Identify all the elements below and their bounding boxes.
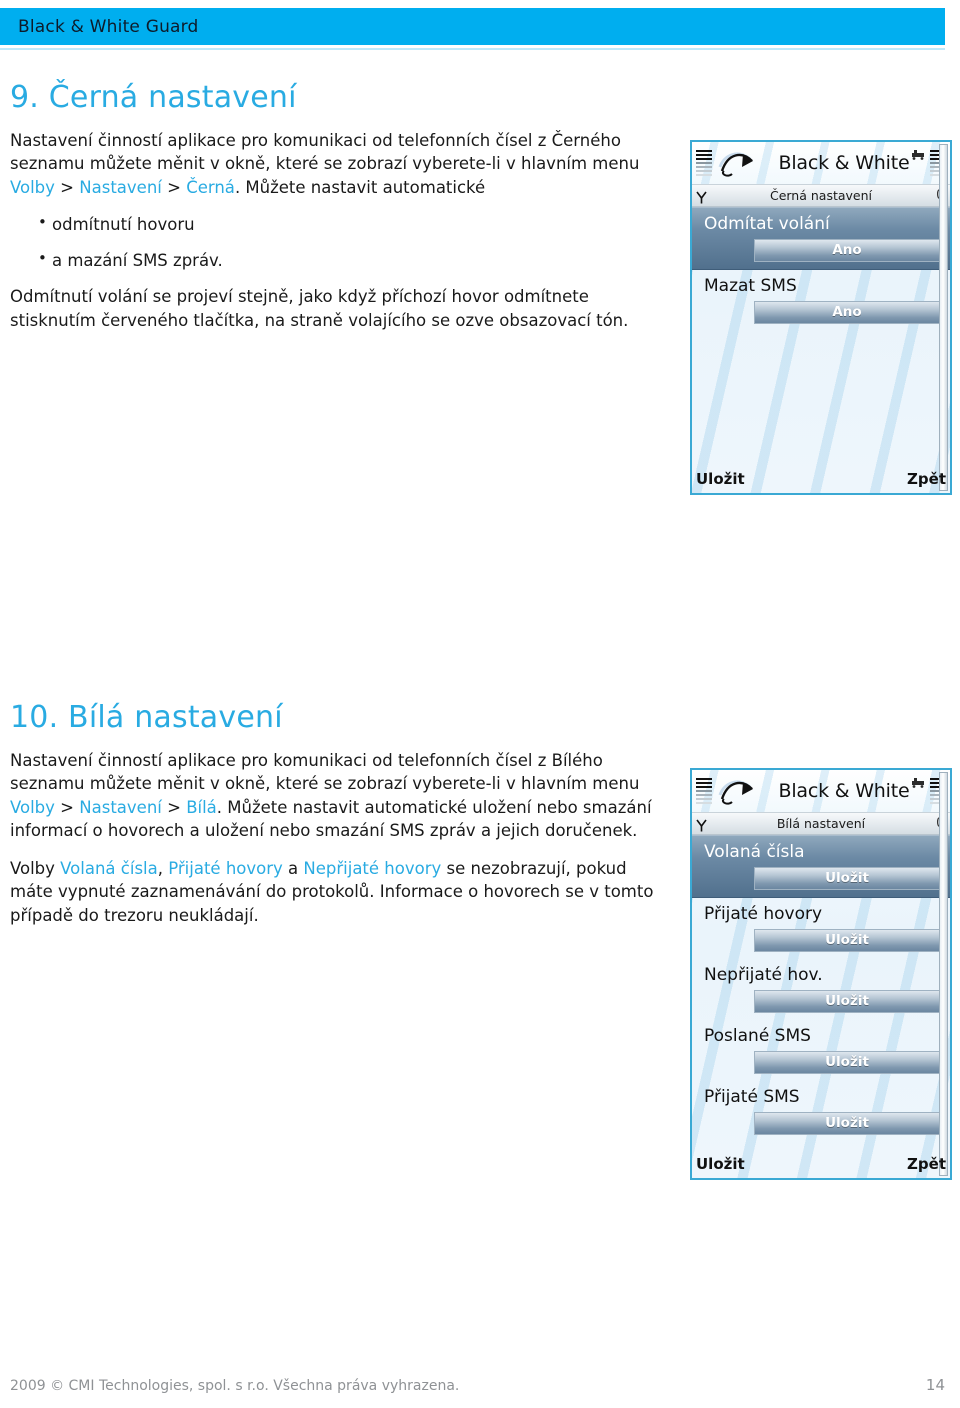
phone1-status-strip: Černá nastavení 0 [692,184,950,207]
phone2-row-prijate-hovory[interactable]: Přijaté hovory Uložit [692,898,950,959]
s10-p1-text-a: Nastavení činností aplikace pro komunika… [10,751,640,794]
app-logo-arrow-icon [714,773,760,809]
s10-p2-sep-1: , [157,858,169,878]
s10-p2-text-a: Volby [10,858,61,878]
s9-p1-text-b: . Můžete nastavit automatické [234,177,486,197]
section-9-paragraph-2: Odmítnutí volání se projeví stejně, jako… [10,287,629,330]
phone2-status-strip: Bílá nastavení 0 [692,812,950,835]
s10-sep-1: > [54,797,80,817]
row-value-field[interactable]: Uložit [754,989,940,1013]
s9-sep-1: > [54,177,80,197]
row-label: Volaná čísla [704,842,805,862]
section-10-paragraph-1: Nastavení činností aplikace pro komunika… [10,749,670,843]
app-logo-arrow-icon [714,145,760,181]
section-9-bullet-list: odmítnutí hovoru a mazání SMS zpráv. [10,212,670,273]
s9-link-cerna[interactable]: Černá [186,178,235,197]
s10-link-prijate-hovory[interactable]: Přijaté hovory [168,859,283,878]
s10-sep-2: > [161,797,187,817]
phone2-titlebar: Black & White [692,770,950,812]
s10-link-nastaveni[interactable]: Nastavení [79,798,162,817]
connection-icon [910,773,926,788]
list-item: a mazání SMS zpráv. [38,248,670,273]
s10-link-volby[interactable]: Volby [10,798,55,817]
phone1-screen: Black & White Černá nastavení Odmítat vo… [692,142,950,493]
page-footer: 2009 © CMI Technologies, spol. s r.o. Vš… [10,1376,945,1394]
s9-link-volby[interactable]: Volby [10,178,55,197]
section-9: 9. Černá nastavení Nastavení činností ap… [10,80,670,346]
phone1-softkey-bar: Uložit Zpět [692,465,950,493]
s9-sep-2: > [161,177,187,197]
phone2-row-neprijate-hovory[interactable]: Nepřijaté hov. Uložit [692,959,950,1020]
phone1-status-title: Černá nastavení [769,188,873,203]
footer-page-number: 14 [925,1376,945,1394]
document-body: 9. Černá nastavení Nastavení činností ap… [0,0,960,1408]
section-10-heading: 10. Bílá nastavení [10,700,283,735]
list-item: odmítnutí hovoru [38,212,670,237]
signal-bars-icon [696,778,712,804]
phone2-settings-list: Volaná čísla Uložit Přijaté hovory Uloži… [692,835,950,1142]
section-10-paragraph-2: Volby Volaná čísla, Přijaté hovory a Nep… [10,857,670,927]
s10-p2-sep-2: a [282,858,304,878]
row-value-field[interactable]: Uložit [754,866,940,890]
antenna-icon [696,817,707,832]
footer-copyright: 2009 © CMI Technologies, spol. s r.o. Vš… [10,1378,460,1394]
phone2-row-poslane-sms[interactable]: Poslané SMS Uložit [692,1020,950,1081]
phone2-status-title: Bílá nastavení [776,816,866,831]
phone1-titlebar: Black & White [692,142,950,184]
row-label: Nepřijaté hov. [704,964,823,985]
section-10: 10. Bílá nastavení Nastavení činností ap… [10,700,670,941]
row-label: Odmítat volání [704,214,830,234]
phone-screenshot-white-settings: Black & White Bílá nastavení Volaná čísl… [690,768,952,1180]
section-9-paragraph-1: Nastavení činností aplikace pro komunika… [10,129,670,199]
row-label: Přijaté hovory [704,903,823,924]
connection-icon [910,145,926,160]
phone1-row-mazat-sms[interactable]: Mazat SMS Ano [692,270,950,331]
phone2-row-prijate-sms[interactable]: Přijaté SMS Uložit [692,1081,950,1142]
row-label: Poslané SMS [704,1025,811,1046]
signal-bars-icon [696,150,712,176]
section-9-heading: 9. Černá nastavení [10,80,297,115]
phone1-row-odmitat-volani[interactable]: Odmítat volání Ano [692,207,950,270]
phone2-screen: Black & White Bílá nastavení Volaná čísl… [692,770,950,1178]
row-value-field[interactable]: Uložit [754,928,940,952]
softkey-left-save[interactable]: Uložit [696,1155,745,1173]
phone2-scrollbar[interactable] [939,772,948,1176]
row-label: Mazat SMS [704,275,797,296]
phone1-scrollbar[interactable] [939,144,948,491]
s10-link-volana-cisla[interactable]: Volaná čísla [60,859,158,878]
row-value-field[interactable]: Ano [754,238,940,262]
s10-link-neprijate-hovory[interactable]: Nepřijaté hovory [303,859,441,878]
row-value-field[interactable]: Ano [754,300,940,324]
row-value-field[interactable]: Uložit [754,1111,940,1135]
softkey-left-save[interactable]: Uložit [696,470,745,488]
phone1-settings-list: Odmítat volání Ano Mazat SMS Ano [692,207,950,331]
phone2-row-volana-cisla[interactable]: Volaná čísla Uložit [692,835,950,898]
row-label: Přijaté SMS [704,1086,800,1107]
antenna-icon [696,189,707,204]
s10-link-bila[interactable]: Bílá [186,798,217,817]
s9-p1-text-a: Nastavení činností aplikace pro komunika… [10,131,640,174]
softkey-right-back[interactable]: Zpět [907,1155,946,1173]
softkey-right-back[interactable]: Zpět [907,470,946,488]
row-value-field[interactable]: Uložit [754,1050,940,1074]
phone-screenshot-black-settings: Black & White Černá nastavení Odmítat vo… [690,140,952,495]
phone2-softkey-bar: Uložit Zpět [692,1150,950,1178]
s9-link-nastaveni[interactable]: Nastavení [79,178,162,197]
